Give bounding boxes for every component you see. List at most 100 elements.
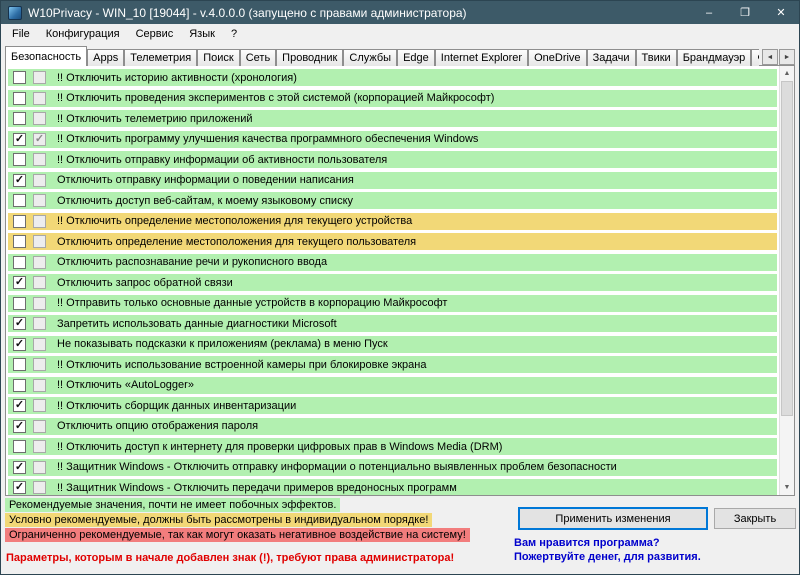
setting-label: !! Отключить отправку информации об акти… [57, 154, 387, 166]
tab-row: БезопасностьAppsТелеметрияПоискСетьПрово… [1, 44, 799, 66]
setting-label: !! Отключить историю активности (хроноло… [57, 72, 297, 84]
current-state-checkbox [33, 112, 46, 125]
setting-checkbox[interactable]: ✓ [13, 276, 26, 289]
setting-checkbox[interactable] [13, 194, 26, 207]
setting-row: !! Отправить только основные данные устр… [8, 295, 777, 312]
close-window-button[interactable]: ✕ [763, 1, 799, 24]
tab-1[interactable]: Apps [87, 49, 124, 66]
legend-line-0: Рекомендуемые значения, почти не имеет п… [5, 498, 340, 512]
apply-button[interactable]: Применить изменения [518, 507, 708, 530]
setting-row: ✓ Запретить использовать данные диагности… [8, 315, 777, 332]
current-state-checkbox [33, 358, 46, 371]
setting-checkbox[interactable] [13, 256, 26, 269]
setting-label: !! Отключить сборщик данных инвентаризац… [57, 400, 296, 412]
window-controls: – ❐ ✕ [691, 1, 799, 24]
setting-label: Отключить опцию отображения пароля [57, 420, 258, 432]
setting-row: ✓ !! Защитник Windows - Отключить передач… [8, 479, 777, 495]
tab-strip: БезопасностьAppsТелеметрияПоискСетьПрово… [5, 45, 759, 66]
minimize-button[interactable]: – [691, 1, 727, 24]
setting-label: !! Защитник Windows - Отключить передачи… [57, 482, 457, 494]
setting-checkbox[interactable]: ✓ [13, 481, 26, 494]
menu-item-4[interactable]: ? [223, 25, 245, 43]
setting-checkbox[interactable]: ✓ [13, 461, 26, 474]
tab-10[interactable]: Задачи [587, 49, 636, 66]
setting-label: Не показывать подсказки к приложениям (р… [57, 338, 388, 350]
setting-checkbox[interactable]: ✓ [13, 399, 26, 412]
admin-note: Параметры, которым в начале добавлен зна… [6, 552, 454, 564]
current-state-checkbox [33, 215, 46, 228]
tab-0[interactable]: Безопасность [5, 46, 87, 66]
close-dialog-button[interactable]: Закрыть [714, 508, 796, 529]
menu-item-1[interactable]: Конфигурация [38, 25, 128, 43]
current-state-checkbox [33, 153, 46, 166]
setting-checkbox[interactable] [13, 297, 26, 310]
menu-item-3[interactable]: Язык [181, 25, 223, 43]
tab-3[interactable]: Поиск [197, 49, 239, 66]
setting-checkbox[interactable] [13, 112, 26, 125]
tab-5[interactable]: Проводник [276, 49, 343, 66]
tab-12[interactable]: Брандмауэр [677, 49, 752, 66]
current-state-checkbox [33, 235, 46, 248]
current-state-checkbox: ✓ [33, 133, 46, 146]
setting-label: !! Отключить телеметрию приложений [57, 113, 253, 125]
app-icon [8, 6, 22, 20]
setting-checkbox[interactable]: ✓ [13, 317, 26, 330]
setting-checkbox[interactable] [13, 440, 26, 453]
setting-row: !! Отключить историю активности (хроноло… [8, 69, 777, 86]
setting-label: Отключить запрос обратной связи [57, 277, 233, 289]
setting-label: !! Отключить доступ к интернету для пров… [57, 441, 502, 453]
setting-checkbox[interactable]: ✓ [13, 420, 26, 433]
setting-label: !! Отключить «AutoLogger» [57, 379, 194, 391]
setting-label: Отключить распознавание речи и рукописно… [57, 256, 327, 268]
menu-item-0[interactable]: File [4, 25, 38, 43]
tab-7[interactable]: Edge [397, 49, 435, 66]
setting-label: !! Отключить проведения экспериментов с … [57, 92, 494, 104]
legend: Рекомендуемые значения, почти не имеет п… [5, 498, 470, 543]
setting-row: Отключить определение местоположения для… [8, 233, 777, 250]
setting-label: Запретить использовать данные диагностик… [57, 318, 337, 330]
tab-13[interactable]: Фоновые приложения [751, 49, 759, 66]
setting-checkbox[interactable] [13, 235, 26, 248]
setting-checkbox[interactable] [13, 92, 26, 105]
tab-4[interactable]: Сеть [240, 49, 276, 66]
scroll-down-icon[interactable]: ▼ [780, 480, 794, 495]
tab-6[interactable]: Службы [343, 49, 397, 66]
setting-checkbox[interactable] [13, 358, 26, 371]
setting-row: ✓ Отключить запрос обратной связи [8, 274, 777, 291]
setting-checkbox[interactable]: ✓ [13, 133, 26, 146]
vertical-scrollbar[interactable]: ▲ ▼ [779, 66, 794, 495]
setting-row: !! Отключить отправку информации об акти… [8, 151, 777, 168]
tab-9[interactable]: OneDrive [528, 49, 586, 66]
setting-checkbox[interactable] [13, 215, 26, 228]
current-state-checkbox [33, 71, 46, 84]
setting-label: Отключить доступ веб-сайтам, к моему язы… [57, 195, 353, 207]
tab-scroll-left-button[interactable]: ◄ [762, 49, 778, 65]
setting-checkbox[interactable] [13, 71, 26, 84]
scrollbar-thumb[interactable] [781, 81, 793, 416]
setting-row: !! Отключить проведения экспериментов с … [8, 90, 777, 107]
setting-checkbox[interactable]: ✓ [13, 174, 26, 187]
current-state-checkbox [33, 379, 46, 392]
setting-row: !! Отключить телеметрию приложений [8, 110, 777, 127]
menu-item-2[interactable]: Сервис [128, 25, 182, 43]
legend-line-1: Условно рекомендуемые, должны быть рассм… [5, 513, 432, 527]
tab-2[interactable]: Телеметрия [124, 49, 197, 66]
current-state-checkbox [33, 440, 46, 453]
tab-8[interactable]: Internet Explorer [435, 49, 528, 66]
tab-scroll-right-button[interactable]: ► [779, 49, 795, 65]
setting-label: !! Отключить определение местоположения … [57, 215, 412, 227]
setting-row: ✓ !! Отключить сборщик данных инвентариза… [8, 397, 777, 414]
tab-11[interactable]: Твики [636, 49, 677, 66]
setting-row: Отключить распознавание речи и рукописно… [8, 254, 777, 271]
setting-label: !! Отключить использование встроенной ка… [57, 359, 426, 371]
scrollbar-track[interactable] [780, 81, 794, 480]
donation-text: Вам нравится программа? Пожертвуйте дене… [514, 536, 701, 564]
setting-label: !! Защитник Windows - Отключить отправку… [57, 461, 617, 473]
current-state-checkbox [33, 297, 46, 310]
setting-checkbox[interactable] [13, 153, 26, 166]
scroll-up-icon[interactable]: ▲ [780, 66, 794, 81]
maximize-button[interactable]: ❐ [727, 1, 763, 24]
menu-bar: FileКонфигурацияСервисЯзык? [1, 24, 799, 44]
setting-checkbox[interactable]: ✓ [13, 338, 26, 351]
setting-checkbox[interactable] [13, 379, 26, 392]
